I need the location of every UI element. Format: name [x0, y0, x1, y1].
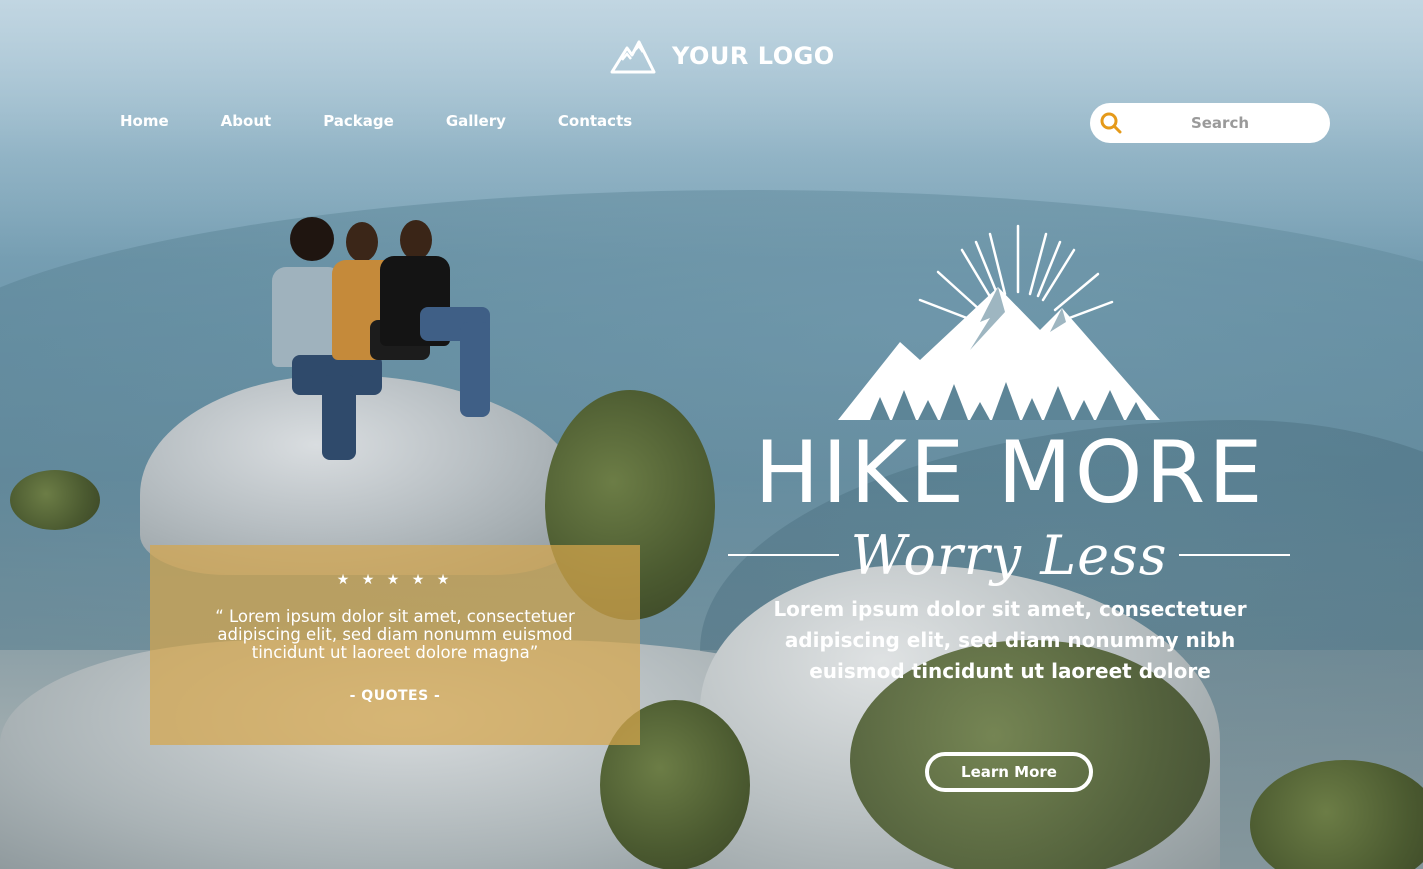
- hero-subtitle: Worry Less: [850, 523, 1168, 587]
- hero-subtitle-row: Worry Less: [728, 520, 1291, 590]
- logo-text: YOUR LOGO: [672, 42, 835, 70]
- shrub: [10, 470, 100, 530]
- site-logo[interactable]: YOUR LOGO: [610, 38, 835, 74]
- search-icon[interactable]: [1099, 111, 1123, 135]
- main-nav: Home About Package Gallery Contacts: [120, 112, 632, 130]
- hero-title: HIKE MORE: [754, 423, 1266, 523]
- quote-text: “ Lorem ipsum dolor sit amet, consectetu…: [215, 607, 575, 662]
- nav-package[interactable]: Package: [323, 112, 394, 130]
- nav-home[interactable]: Home: [120, 112, 169, 130]
- nav-gallery[interactable]: Gallery: [446, 112, 506, 130]
- landing-page: YOUR LOGO Home About Package Gallery Con…: [0, 0, 1423, 869]
- hiker-right: [380, 212, 530, 442]
- divider-line: [1179, 554, 1291, 556]
- testimonial-card: ★ ★ ★ ★ ★ “ Lorem ipsum dolor sit amet, …: [150, 545, 640, 745]
- learn-more-button[interactable]: Learn More: [925, 752, 1093, 792]
- divider-line: [728, 554, 839, 556]
- mountain-sunburst-icon: [838, 224, 1160, 420]
- search-input[interactable]: [1133, 113, 1307, 133]
- quote-label: - QUOTES -: [349, 688, 441, 704]
- search-bar[interactable]: [1090, 103, 1330, 143]
- nav-about[interactable]: About: [221, 112, 272, 130]
- nav-contacts[interactable]: Contacts: [558, 112, 632, 130]
- mountain-icon: [610, 40, 656, 74]
- hero-description: Lorem ipsum dolor sit amet, consectetuer…: [773, 597, 1247, 683]
- rating-stars: ★ ★ ★ ★ ★: [336, 572, 454, 588]
